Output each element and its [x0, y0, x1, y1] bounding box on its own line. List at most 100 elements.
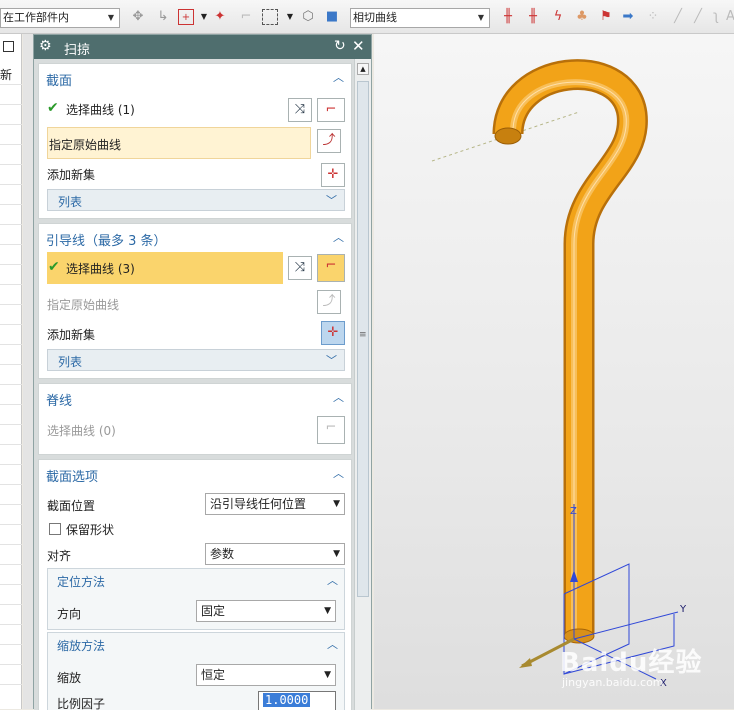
guides-specify-origin-label: 指定原始曲线 — [47, 298, 120, 312]
hook-tip-face — [494, 127, 522, 145]
section-options-title: 截面选项 — [46, 470, 99, 485]
origin-curve-icon[interactable]: ⤴ — [317, 290, 341, 314]
chevron-down-icon: ▼ — [107, 13, 115, 22]
scaling-subsection: 缩放方法 ︿ 缩放 恒定 ▼ 比例因子 1.0000 — [47, 632, 345, 710]
chevron-down-icon: ﹀ — [326, 354, 337, 367]
chevron-up-icon[interactable]: ︿ — [327, 572, 338, 588]
dialog-body: 截面 ︿ ✔ 选择曲线 (1) ⤨ ⌐ 指定原始曲线 ⤴ 添加新集 ✛ 列表 ﹀… — [34, 59, 354, 710]
wcs-icon[interactable]: ✥ — [130, 9, 146, 25]
curve-select-icon[interactable]: ⌐ — [317, 254, 345, 282]
chevron-up-icon[interactable]: ︿ — [327, 636, 338, 652]
curve-select-icon[interactable]: ⌐ — [317, 98, 345, 122]
vector-arrowhead — [519, 658, 532, 668]
maximize-icon[interactable] — [3, 41, 14, 52]
a-icon[interactable]: A — [726, 9, 734, 25]
chevron-up-icon[interactable]: ︿ — [333, 465, 345, 480]
guides-select-curve-row[interactable]: ✔ 选择曲线 (3) — [47, 252, 283, 284]
curve-icon[interactable]: ϟ — [550, 9, 566, 25]
section-profile-header[interactable]: 截面 ︿ — [39, 64, 351, 92]
chevron-down-icon[interactable]: ▼ — [196, 9, 212, 25]
guides-list-toggle[interactable]: 列表 ﹀ — [47, 349, 345, 371]
guides-select-curve-label: 选择曲线 (3) — [66, 262, 135, 276]
tree-icon[interactable]: ♣ — [574, 9, 590, 25]
watermark-sub: jingyan.baidu.com — [562, 676, 664, 689]
spine-select-curve-label[interactable]: 选择曲线 (0) — [47, 422, 116, 439]
top-toolbar: 在工作部件内 ▼ ✥ ↳ + ▼ ✦ ⌐ ▼ ⬡ ■ 相切曲线 ▼ ╫ ╫ ϟ … — [0, 0, 734, 34]
direction-dropdown[interactable]: 固定 ▼ — [196, 600, 336, 622]
section-guides-title: 引导线（最多 3 条） — [46, 234, 167, 249]
snap-icon[interactable]: ↳ — [155, 9, 171, 25]
chevron-down-icon: ▼ — [324, 606, 331, 616]
grip-icon: ≡ — [359, 330, 367, 340]
scale-factor-value: 1.0000 — [263, 693, 311, 707]
profile-select-curve-label[interactable]: 选择曲线 (1) — [66, 101, 135, 118]
align-label: 对齐 — [47, 549, 72, 563]
section-position-label: 截面位置 — [47, 499, 96, 513]
chevron-down-icon: ﹀ — [326, 194, 337, 207]
gear-icon[interactable]: ⚙ — [39, 38, 52, 54]
arrow-icon[interactable]: ➡ — [620, 9, 636, 25]
section-spine-title: 脊线 — [46, 394, 73, 409]
line-icon[interactable]: ╫ — [500, 9, 516, 25]
origin-curve-icon[interactable]: ⤴ — [317, 129, 341, 153]
reset-icon[interactable]: ↻ — [334, 38, 346, 54]
check-icon: ✔ — [48, 259, 60, 275]
part-navigator-panel: 新 — [0, 34, 22, 709]
section-spine-header[interactable]: 脊线 ︿ — [39, 384, 351, 412]
select-icon[interactable]: + — [178, 9, 194, 25]
preserve-shape-checkbox[interactable] — [49, 523, 61, 535]
graphics-viewport[interactable]: Z Y X Baidu经验 jingyan.baidu.com — [374, 34, 734, 709]
cube-icon[interactable]: ■ — [324, 9, 340, 25]
watermark-main: Baidu经验 — [560, 648, 703, 678]
slash2-icon[interactable]: ╱ — [690, 9, 706, 25]
section-spine: 脊线 ︿ 选择曲线 (0) ⌐ — [38, 383, 352, 455]
flag-icon[interactable]: ⚑ — [598, 9, 614, 25]
preserve-shape-label: 保留形状 — [66, 523, 115, 537]
add-new-set-icon[interactable]: ✛ — [321, 163, 345, 187]
chevron-down-icon: ▼ — [333, 549, 340, 559]
panel-gap — [23, 34, 33, 709]
chevron-up-icon[interactable]: ︿ — [333, 229, 345, 244]
scale-factor-input[interactable]: 1.0000 — [258, 691, 336, 710]
dialog-scrollbar[interactable]: ▲ ≡ — [354, 59, 371, 710]
hook-icon[interactable]: ʅ — [708, 9, 724, 25]
slash-icon[interactable]: ╱ — [670, 9, 686, 25]
orientation-title: 定位方法 — [57, 575, 106, 589]
close-icon[interactable]: ✕ — [352, 37, 365, 55]
box-select-icon[interactable] — [262, 9, 278, 25]
reverse-direction-icon[interactable]: ⤨ — [288, 98, 312, 122]
reverse-direction-icon[interactable]: ⤨ — [288, 256, 312, 280]
scrollbar-thumb[interactable]: ≡ — [357, 81, 369, 597]
chevron-down-icon[interactable]: ▼ — [282, 9, 298, 25]
align-dropdown[interactable]: 参数 ▼ — [205, 543, 345, 565]
section-guides-header[interactable]: 引导线（最多 3 条） ︿ — [39, 224, 351, 252]
ruler-icon[interactable]: ⌐ — [238, 9, 254, 25]
chevron-up-icon[interactable]: ︿ — [333, 389, 345, 404]
section-profile-title: 截面 — [46, 74, 73, 89]
section-position-value: 沿引导线任何位置 — [210, 497, 307, 511]
curve-select-icon[interactable]: ⌐ — [317, 416, 345, 444]
scale-dropdown[interactable]: 恒定 ▼ — [196, 664, 336, 686]
guides-list-label: 列表 — [58, 355, 83, 369]
section-options-header[interactable]: 截面选项 ︿ — [39, 460, 351, 488]
section-position-dropdown[interactable]: 沿引导线任何位置 ▼ — [205, 493, 345, 515]
chevron-down-icon: ▼ — [333, 499, 340, 509]
profile-add-new-set-label: 添加新集 — [47, 168, 96, 182]
dots-icon[interactable]: ⁘ — [645, 9, 661, 25]
scale-factor-label: 比例因子 — [57, 697, 106, 710]
dialog-title: 扫掠 — [64, 43, 91, 58]
chevron-up-icon[interactable]: ︿ — [333, 69, 345, 84]
scroll-up-icon[interactable]: ▲ — [357, 63, 369, 75]
specify-origin-row[interactable]: 指定原始曲线 — [47, 127, 311, 159]
profile-list-toggle[interactable]: 列表 ﹀ — [47, 189, 345, 211]
dialog-title-bar: ⚙ 扫掠 ↻ ✕ — [34, 35, 371, 59]
swept-dialog: ⚙ 扫掠 ↻ ✕ 截面 ︿ ✔ 选择曲线 (1) ⤨ ⌐ 指定原始曲线 ⤴ 添加… — [33, 34, 372, 710]
curve-rule-dropdown[interactable]: 相切曲线 ▼ — [350, 8, 490, 28]
orientation-subsection: 定位方法 ︿ 方向 固定 ▼ — [47, 568, 345, 630]
guides-add-new-set-label: 添加新集 — [47, 328, 96, 342]
view-icon[interactable]: ⬡ — [300, 9, 316, 25]
add-new-set-icon[interactable]: ✛ — [321, 321, 345, 345]
point-icon[interactable]: ✦ — [212, 9, 228, 25]
selection-filter-dropdown[interactable]: 在工作部件内 ▼ — [0, 8, 120, 28]
line2-icon[interactable]: ╫ — [525, 9, 541, 25]
